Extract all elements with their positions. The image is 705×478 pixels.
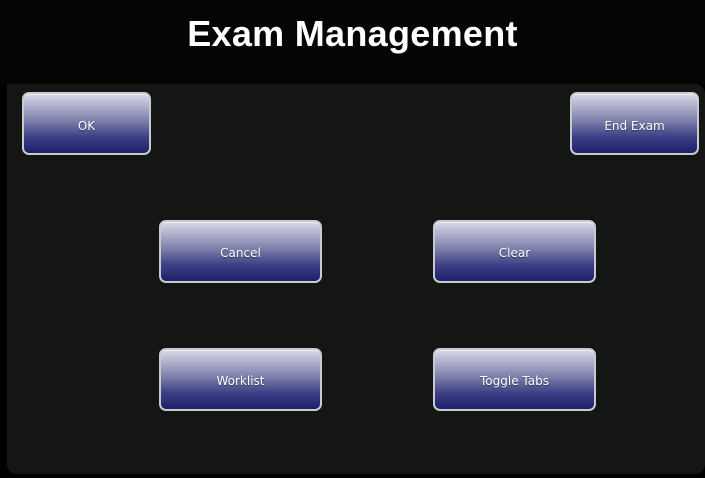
ok-button[interactable]: OK (22, 92, 151, 155)
exam-management-dialog: Exam Management OK End Exam Cancel Clear… (0, 0, 705, 478)
worklist-button[interactable]: Worklist (159, 348, 322, 411)
end-exam-button[interactable]: End Exam (570, 92, 699, 155)
clear-button[interactable]: Clear (433, 220, 596, 283)
cancel-button[interactable]: Cancel (159, 220, 322, 283)
dialog-header: Exam Management (0, 0, 705, 84)
toggle-tabs-button-label: Toggle Tabs (480, 374, 549, 388)
clear-button-label: Clear (498, 246, 531, 260)
worklist-button-label: Worklist (216, 374, 265, 388)
dialog-title: Exam Management (187, 13, 518, 54)
ok-button-label: OK (77, 119, 96, 133)
end-exam-button-label: End Exam (604, 119, 665, 133)
toggle-tabs-button[interactable]: Toggle Tabs (433, 348, 596, 411)
cancel-button-label: Cancel (220, 246, 261, 260)
